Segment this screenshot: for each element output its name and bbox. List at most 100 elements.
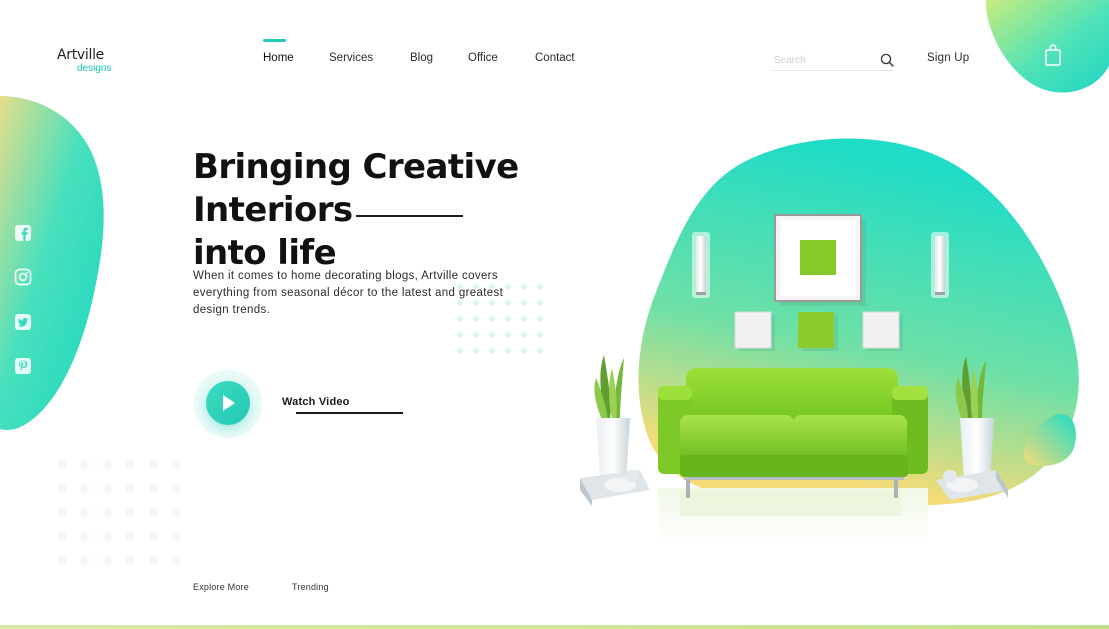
decorative-dot [57, 508, 66, 517]
decorative-dot [521, 348, 527, 354]
pinterest-icon[interactable] [14, 357, 32, 375]
logo-name: Artville [57, 47, 104, 63]
nav-item-office[interactable]: Office [468, 52, 498, 64]
hero-title-line-1: Bringing Creative Interiors [193, 147, 519, 230]
decorative-dot [126, 556, 135, 565]
decorative-dot [505, 316, 511, 322]
nav-item-services[interactable]: Services [329, 52, 373, 64]
decorative-dot [57, 460, 66, 469]
decorative-dot [80, 508, 89, 517]
search-icon[interactable] [880, 53, 894, 67]
decorative-dot [103, 508, 112, 517]
decorative-dot [149, 484, 158, 493]
decorative-dot [473, 332, 479, 338]
decorative-dot [149, 556, 158, 565]
decorative-dot [149, 508, 158, 517]
small-gradient-blob [1023, 414, 1076, 466]
decorative-dot [457, 284, 463, 290]
decorative-dot [473, 300, 479, 306]
large-picture-frame [774, 214, 866, 306]
facebook-icon[interactable] [14, 224, 32, 242]
decorative-dot [103, 556, 112, 565]
instagram-icon[interactable] [14, 268, 32, 286]
decorative-dot [80, 460, 89, 469]
decorative-dot [172, 508, 181, 517]
play-icon [223, 395, 235, 411]
decorative-dot [489, 300, 495, 306]
wall-light-right [931, 232, 949, 298]
plant-right [936, 356, 1008, 500]
decorative-dot [80, 484, 89, 493]
decorative-dot [57, 484, 66, 493]
wall-light-left [692, 232, 710, 298]
title-underline [356, 215, 463, 217]
logo[interactable]: Artville designs [57, 47, 117, 74]
decorative-dot [473, 348, 479, 354]
decorative-dot-grid [457, 284, 543, 354]
living-room-illustration [580, 214, 1008, 546]
decorative-dot [521, 332, 527, 338]
nav-item-blog[interactable]: Blog [410, 52, 433, 64]
bottom-accent-bar [0, 625, 1109, 629]
decorative-dot [537, 316, 543, 322]
plant-left [580, 355, 650, 506]
decorative-dot [149, 460, 158, 469]
search-input[interactable] [772, 50, 868, 71]
decorative-dot [505, 300, 511, 306]
explore-more-link[interactable]: Explore More [193, 582, 249, 592]
decorative-dot [457, 316, 463, 322]
decorative-dot [457, 332, 463, 338]
decorative-dot [172, 556, 181, 565]
decorative-dot-grid-lower [57, 460, 181, 565]
decorative-dot [172, 460, 181, 469]
nav-item-home[interactable]: Home [263, 52, 294, 64]
decorative-dot [489, 284, 495, 290]
active-nav-indicator [263, 39, 286, 42]
decorative-dot [103, 532, 112, 541]
decorative-dot [537, 332, 543, 338]
decorative-dot [473, 316, 479, 322]
decorative-dot [537, 300, 543, 306]
decorative-dot [103, 460, 112, 469]
twitter-icon[interactable] [14, 313, 32, 331]
nav-item-contact[interactable]: Contact [535, 52, 575, 64]
trending-link[interactable]: Trending [292, 582, 329, 592]
decorative-dot [489, 348, 495, 354]
decorative-dot [457, 300, 463, 306]
watch-video-link[interactable]: Watch Video [282, 396, 350, 408]
decorative-dot [505, 348, 511, 354]
decorative-dot [80, 556, 89, 565]
decorative-dot [521, 316, 527, 322]
decorative-dot [126, 532, 135, 541]
decorative-dot [521, 284, 527, 290]
decorative-dot [172, 532, 181, 541]
decorative-dot [103, 484, 112, 493]
sign-up-link[interactable]: Sign Up [927, 52, 969, 64]
decorative-dot [126, 508, 135, 517]
decorative-dot [537, 284, 543, 290]
decorative-dot [505, 284, 511, 290]
watch-video-underline [296, 412, 403, 414]
decorative-dot [172, 484, 181, 493]
decorative-dot [80, 532, 89, 541]
logo-tagline: designs [77, 63, 112, 74]
decorative-dot [505, 332, 511, 338]
shopping-bag-icon[interactable] [1044, 44, 1062, 66]
decorative-dot [126, 460, 135, 469]
play-button[interactable] [206, 381, 250, 425]
floor-reflection [680, 490, 902, 516]
search-box [772, 50, 894, 71]
decorative-dot [457, 348, 463, 354]
decorative-dot [473, 284, 479, 290]
decorative-dot [126, 484, 135, 493]
decorative-dot [57, 532, 66, 541]
decorative-dot [489, 316, 495, 322]
decorative-dot [521, 300, 527, 306]
hero-title-line-2: into life [193, 233, 337, 273]
decorative-dot [489, 332, 495, 338]
decorative-dot [57, 556, 66, 565]
small-frames [734, 311, 903, 351]
decorative-dot [149, 532, 158, 541]
green-sofa [658, 368, 928, 498]
decorative-dot [537, 348, 543, 354]
